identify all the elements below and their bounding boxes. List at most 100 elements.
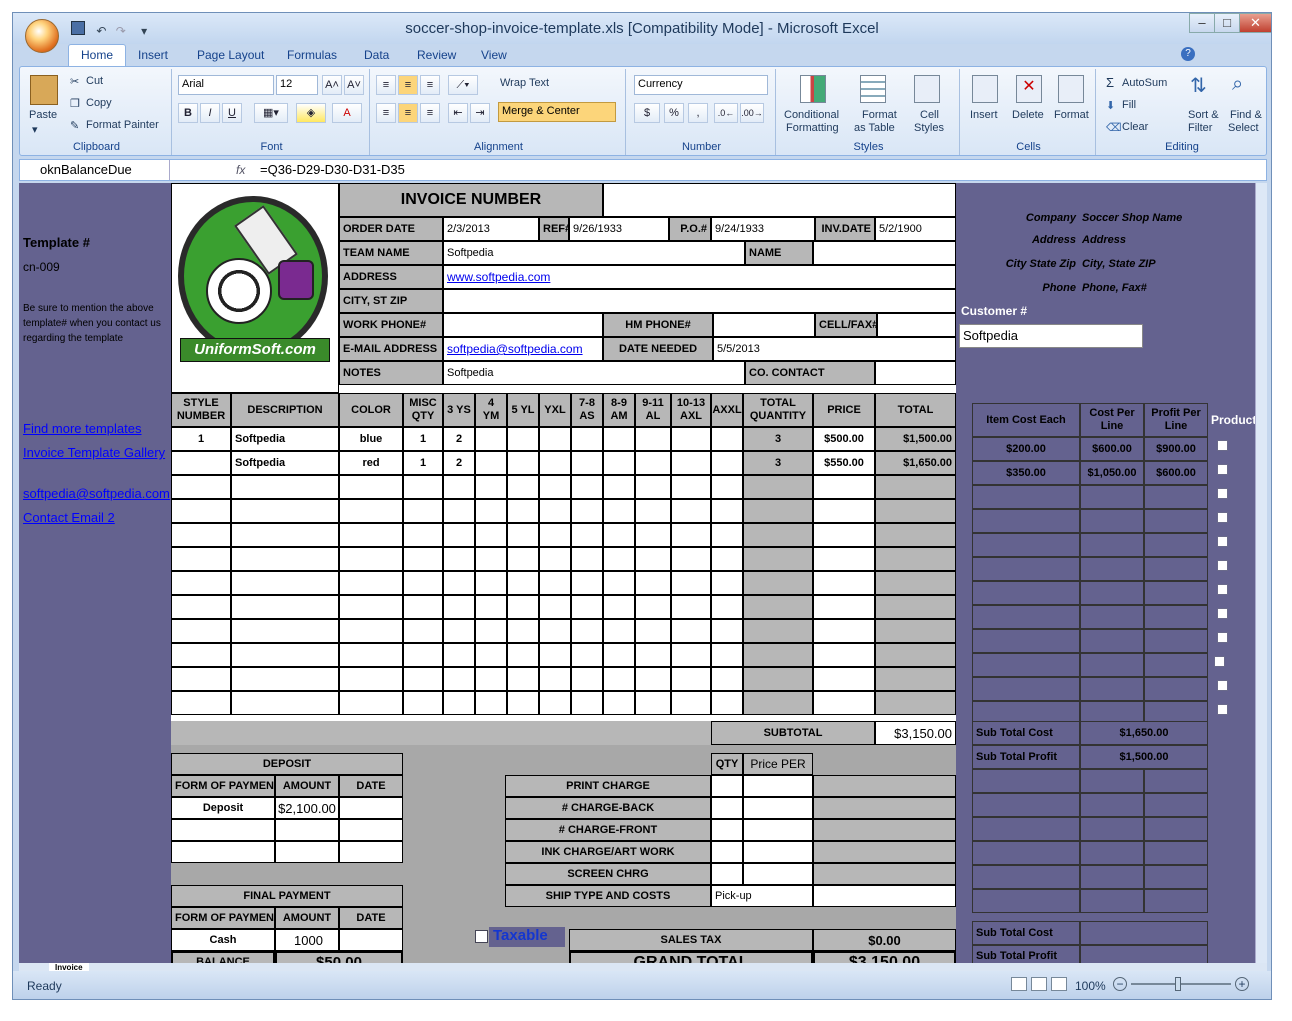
- table-cell[interactable]: [339, 595, 403, 619]
- table-cell[interactable]: [603, 667, 635, 691]
- table-cell[interactable]: [635, 667, 671, 691]
- product-checkbox[interactable]: [1217, 680, 1228, 691]
- table-cell[interactable]: [539, 619, 571, 643]
- table-cell[interactable]: [603, 619, 635, 643]
- table-cell[interactable]: [403, 643, 443, 667]
- align-right-icon[interactable]: ≡: [420, 103, 440, 123]
- table-cell[interactable]: [813, 499, 875, 523]
- table-cell[interactable]: [813, 571, 875, 595]
- table-cell[interactable]: [571, 499, 603, 523]
- deposit-date-value[interactable]: [339, 797, 403, 819]
- table-cell[interactable]: [813, 523, 875, 547]
- customize-qat-icon[interactable]: ▾: [141, 24, 147, 38]
- table-cell[interactable]: [603, 643, 635, 667]
- table-cell[interactable]: [743, 667, 813, 691]
- email-value[interactable]: softpedia@softpedia.com: [443, 337, 603, 361]
- date-needed-value[interactable]: 5/5/2013: [713, 337, 956, 361]
- table-cell[interactable]: [171, 571, 231, 595]
- table-cell[interactable]: [635, 571, 671, 595]
- insert-cells-button[interactable]: Insert: [970, 109, 998, 121]
- table-cell[interactable]: [711, 571, 743, 595]
- table-cell[interactable]: [635, 523, 671, 547]
- table-cell[interactable]: [339, 499, 403, 523]
- deposit-form-value[interactable]: Deposit: [171, 797, 275, 819]
- table-cell[interactable]: [539, 571, 571, 595]
- delete-cells-button[interactable]: Delete: [1012, 109, 1044, 121]
- table-cell[interactable]: [507, 427, 539, 451]
- cell-styles-button[interactable]: Cell: [920, 109, 939, 121]
- table-cell[interactable]: [571, 571, 603, 595]
- insert-cells-icon[interactable]: [972, 75, 998, 103]
- tab-page-layout[interactable]: Page Layout: [185, 46, 276, 64]
- table-cell[interactable]: [507, 523, 539, 547]
- table-cell[interactable]: [875, 475, 956, 499]
- table-cell[interactable]: $1,650.00: [875, 451, 956, 475]
- table-cell[interactable]: [403, 571, 443, 595]
- table-cell[interactable]: [171, 523, 231, 547]
- table-cell[interactable]: [635, 427, 671, 451]
- delete-cells-icon[interactable]: ✕: [1016, 75, 1042, 103]
- table-cell[interactable]: [743, 643, 813, 667]
- table-cell[interactable]: [635, 619, 671, 643]
- table-cell[interactable]: [403, 523, 443, 547]
- charge-price[interactable]: [743, 819, 813, 841]
- charge-price[interactable]: [743, 797, 813, 819]
- final-date-value[interactable]: [339, 929, 403, 951]
- table-cell[interactable]: [743, 571, 813, 595]
- table-cell[interactable]: [231, 667, 339, 691]
- bold-button[interactable]: B: [178, 103, 198, 123]
- charge-price[interactable]: [743, 863, 813, 885]
- table-cell[interactable]: [475, 427, 507, 451]
- table-cell[interactable]: [231, 691, 339, 715]
- underline-button[interactable]: U: [222, 103, 242, 123]
- table-cell[interactable]: [671, 475, 711, 499]
- table-cell[interactable]: [671, 523, 711, 547]
- final-amount-value[interactable]: 1000: [275, 929, 339, 951]
- contact-email-link[interactable]: Contact Email 2: [23, 510, 115, 525]
- table-cell[interactable]: [475, 595, 507, 619]
- deposit-amount-empty-1[interactable]: [275, 819, 339, 841]
- table-cell[interactable]: [875, 571, 956, 595]
- zoom-slider-thumb[interactable]: [1175, 977, 1181, 991]
- product-checkbox[interactable]: [1214, 656, 1225, 667]
- find-select-button[interactable]: Find &: [1230, 109, 1262, 121]
- deposit-amount-value[interactable]: $2,100.00: [275, 797, 339, 819]
- table-cell[interactable]: [507, 691, 539, 715]
- format-as-table-button[interactable]: Format: [862, 109, 897, 121]
- table-cell[interactable]: [635, 595, 671, 619]
- table-cell[interactable]: [475, 619, 507, 643]
- table-cell[interactable]: [571, 523, 603, 547]
- table-cell[interactable]: [813, 643, 875, 667]
- table-cell[interactable]: [875, 619, 956, 643]
- table-cell[interactable]: [507, 643, 539, 667]
- undo-icon[interactable]: ↶: [96, 24, 106, 38]
- align-top-icon[interactable]: ≡: [376, 75, 396, 95]
- format-as-table-icon[interactable]: [860, 75, 886, 103]
- table-cell[interactable]: [339, 547, 403, 571]
- table-cell[interactable]: [571, 427, 603, 451]
- table-cell[interactable]: [403, 667, 443, 691]
- find-select-icon[interactable]: ⌕: [1232, 73, 1243, 96]
- autosum-button[interactable]: AutoSum: [1122, 77, 1167, 89]
- city-value[interactable]: [443, 289, 956, 313]
- product-checkbox[interactable]: [1217, 536, 1228, 547]
- table-cell[interactable]: [813, 475, 875, 499]
- close-button[interactable]: ✕: [1239, 13, 1271, 33]
- normal-view-icon[interactable]: [1011, 977, 1027, 991]
- table-cell[interactable]: [171, 451, 231, 475]
- table-cell[interactable]: [539, 451, 571, 475]
- wrap-text-button[interactable]: Wrap Text: [500, 77, 549, 89]
- table-cell[interactable]: [443, 595, 475, 619]
- deposit-amount-empty-2[interactable]: [275, 841, 339, 863]
- table-cell[interactable]: [339, 475, 403, 499]
- table-cell[interactable]: [339, 619, 403, 643]
- table-cell[interactable]: [339, 667, 403, 691]
- ref-value[interactable]: 9/26/1933: [569, 217, 669, 241]
- italic-button[interactable]: I: [200, 103, 220, 123]
- vertical-scrollbar[interactable]: [1255, 183, 1267, 963]
- table-cell[interactable]: 2: [443, 451, 475, 475]
- deposit-date-empty-1[interactable]: [339, 819, 403, 841]
- table-cell[interactable]: [443, 643, 475, 667]
- paste-button[interactable]: Paste: [29, 109, 57, 121]
- table-cell[interactable]: [875, 595, 956, 619]
